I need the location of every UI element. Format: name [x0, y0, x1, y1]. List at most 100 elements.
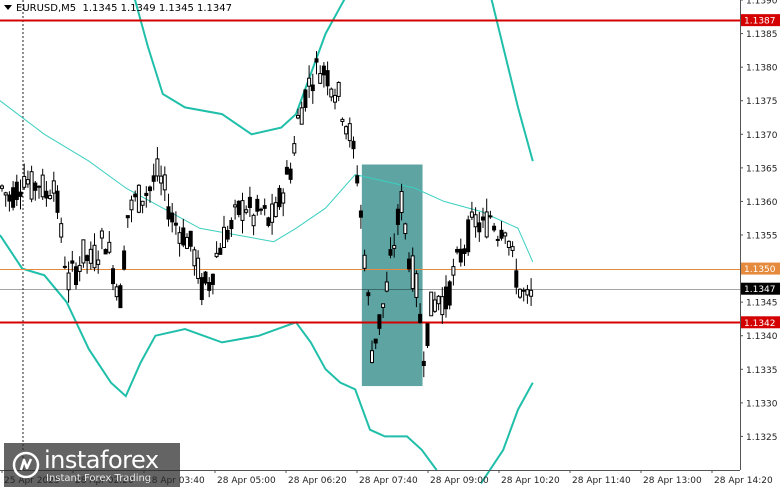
candle-body	[85, 255, 90, 261]
candle-body	[40, 174, 45, 198]
chevron-down-icon[interactable]	[4, 5, 12, 10]
candle-body	[114, 286, 119, 298]
candle-body	[410, 255, 415, 290]
candle-body	[325, 70, 330, 87]
candle-body	[481, 216, 485, 221]
candle-body	[62, 265, 67, 268]
candle-body	[222, 226, 226, 249]
candle-body	[96, 259, 101, 265]
candle-body	[233, 204, 238, 208]
candle-body	[421, 360, 426, 367]
candle-body	[473, 214, 478, 228]
candle-body	[181, 227, 186, 246]
price-chart[interactable]: 1.1390 1.1385 1.1380 1.1375 1.1370 1.1365 1.13…	[0, 0, 781, 489]
x-tick-label: 28 Apr 06:20	[288, 476, 347, 486]
candle-body	[48, 195, 53, 200]
candle-body	[281, 192, 286, 204]
candle-body	[122, 250, 127, 270]
x-tick-label: 28 Apr 09:00	[430, 476, 489, 486]
candle-body	[333, 94, 337, 103]
candle-body	[159, 175, 164, 184]
candle-body	[14, 181, 19, 200]
candle-body	[366, 292, 371, 297]
candle-body	[22, 175, 27, 188]
candle-body	[347, 123, 352, 142]
candle-body	[284, 166, 289, 175]
x-tick-label: 28 Apr 10:20	[501, 476, 560, 486]
y-tick-label: 1.1365	[746, 164, 778, 174]
candle-body	[192, 249, 197, 267]
candle-body	[170, 212, 175, 223]
candle-body	[370, 350, 374, 363]
y-tick-label: 1.1390	[746, 0, 778, 7]
candle-body	[425, 323, 430, 347]
candle-body	[99, 230, 104, 239]
candle-body	[203, 271, 208, 284]
candle-body	[455, 248, 460, 253]
candle-body	[436, 295, 441, 305]
candle-body	[358, 210, 363, 218]
candle-body	[510, 246, 515, 251]
candle-body	[118, 285, 123, 309]
candle-body	[247, 196, 252, 208]
candle-body	[196, 257, 201, 279]
candle-body	[292, 143, 297, 154]
y-tick-label: 1.1385	[746, 30, 778, 40]
candle-body	[388, 249, 393, 256]
candle-body	[462, 248, 467, 254]
brand-name: instaforex	[44, 446, 159, 474]
x-tick-label: 28 Apr 13:00	[643, 476, 702, 486]
candle-body	[266, 217, 271, 226]
candle-body	[155, 158, 160, 177]
candle-body	[111, 268, 115, 285]
y-tick-label: 1.1380	[746, 64, 778, 74]
y-tick-label: 1.1340	[746, 332, 778, 342]
candle-body	[125, 215, 130, 219]
candle-body	[77, 264, 82, 272]
y-tick-label: 1.1335	[746, 366, 778, 376]
candle-body	[173, 222, 178, 226]
candle-body	[225, 229, 230, 240]
candle-body	[66, 272, 71, 291]
candle-body	[495, 238, 500, 241]
candle-body	[525, 289, 530, 296]
orange-price-label: 1.1350	[744, 265, 776, 275]
candle-body	[11, 187, 16, 208]
upper-band-line	[490, 0, 534, 162]
candle-body	[59, 223, 64, 238]
current-price-label: 1.1347	[744, 285, 776, 295]
candle-body	[140, 200, 145, 206]
candle-body	[7, 194, 12, 202]
candle-body	[418, 313, 423, 323]
candle-body	[318, 73, 323, 84]
watermark-logo: instaforex Instant Forex Trading	[4, 443, 180, 487]
candle-body	[351, 140, 356, 150]
y-tick-label: 1.1355	[746, 232, 778, 242]
candle-body	[299, 107, 304, 125]
candle-body	[188, 230, 193, 247]
candle-body	[447, 281, 452, 306]
brand-mark-icon	[12, 451, 40, 479]
candle-body	[207, 282, 212, 291]
y-tick-label: 1.1345	[746, 299, 778, 309]
candle-body	[499, 229, 504, 239]
candle-body	[529, 289, 534, 297]
candle-body	[458, 248, 463, 263]
candle-body	[151, 175, 156, 182]
candle-body	[432, 299, 437, 312]
candle-body	[518, 288, 522, 298]
candle-body	[503, 232, 508, 237]
ohlc-readout: 1.1345 1.1349 1.1345 1.1347	[82, 3, 232, 14]
candle-body	[403, 223, 408, 234]
y-tick-label: 1.1325	[746, 433, 778, 443]
candle-body	[0, 185, 4, 189]
candle-body	[92, 244, 97, 269]
candle-body	[44, 190, 49, 199]
candle-body	[129, 199, 134, 211]
support-price-label: 1.1342	[744, 319, 776, 329]
candle-body	[29, 171, 34, 200]
candle-body	[414, 273, 419, 298]
candle-body	[362, 254, 367, 269]
candle-body	[210, 273, 215, 285]
candle-body	[514, 270, 519, 288]
